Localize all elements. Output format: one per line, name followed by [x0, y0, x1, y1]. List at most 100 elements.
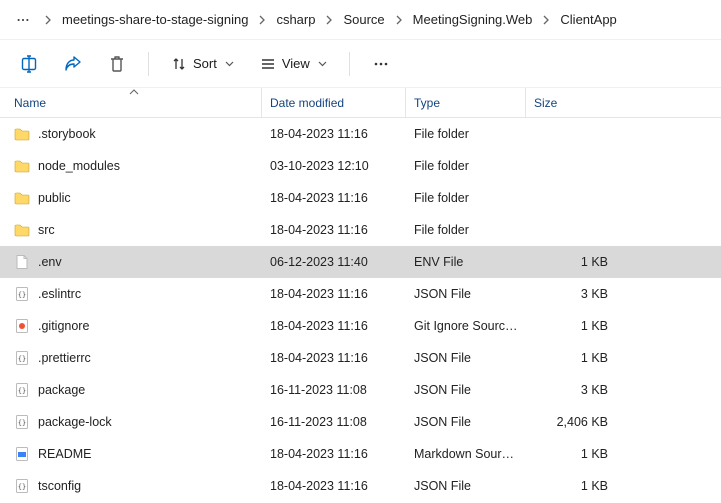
file-size: 2,406 KB [526, 415, 616, 429]
file-type: ENV File [406, 255, 526, 269]
file-size: 1 KB [526, 447, 616, 461]
file-name: .env [38, 255, 62, 269]
breadcrumb: meetings-share-to-stage-signing csharp Sou… [0, 0, 721, 40]
folder-icon [14, 190, 30, 206]
file-date: 18-04-2023 11:16 [262, 351, 406, 365]
file-type: File folder [406, 127, 526, 141]
column-size-label: Size [534, 96, 557, 110]
rename-icon [19, 54, 39, 74]
file-date: 16-11-2023 11:08 [262, 415, 406, 429]
share-button[interactable] [54, 46, 92, 82]
file-date: 06-12-2023 11:40 [262, 255, 406, 269]
svg-text:{}: {} [18, 483, 26, 491]
json-icon: {} [14, 414, 30, 430]
file-name: README [38, 447, 91, 461]
breadcrumb-overflow[interactable] [6, 11, 40, 29]
file-row[interactable]: {}tsconfig18-04-2023 11:16JSON File1 KB [0, 470, 721, 502]
column-type-label: Type [414, 96, 440, 110]
file-date: 16-11-2023 11:08 [262, 383, 406, 397]
json-icon: {} [14, 478, 30, 494]
file-size: 1 KB [526, 255, 616, 269]
column-header-size[interactable]: Size [526, 88, 616, 117]
file-date: 18-04-2023 11:16 [262, 191, 406, 205]
breadcrumb-item[interactable]: ClientApp [554, 10, 622, 29]
folder-icon [14, 126, 30, 142]
json-icon: {} [14, 350, 30, 366]
toolbar-separator [349, 52, 350, 76]
breadcrumb-item[interactable]: MeetingSigning.Web [407, 10, 539, 29]
breadcrumb-item[interactable]: csharp [270, 10, 321, 29]
file-name: package [38, 383, 85, 397]
file-date: 18-04-2023 11:16 [262, 127, 406, 141]
file-type: JSON File [406, 383, 526, 397]
file-date: 18-04-2023 11:16 [262, 319, 406, 333]
delete-button[interactable] [98, 46, 136, 82]
file-name: node_modules [38, 159, 120, 173]
column-header-date[interactable]: Date modified [262, 88, 406, 117]
breadcrumb-item[interactable]: Source [337, 10, 390, 29]
file-date: 18-04-2023 11:16 [262, 479, 406, 493]
chevron-right-icon [391, 15, 407, 25]
breadcrumb-item[interactable]: meetings-share-to-stage-signing [56, 10, 254, 29]
file-size: 1 KB [526, 351, 616, 365]
file-type: File folder [406, 223, 526, 237]
file-row[interactable]: {}.prettierrc18-04-2023 11:16JSON File1 … [0, 342, 721, 374]
svg-text:{}: {} [18, 291, 26, 299]
file-icon [14, 254, 30, 270]
file-row[interactable]: public 18-04-2023 11:16File folder [0, 182, 721, 214]
file-list[interactable]: .storybook18-04-2023 11:16File foldernod… [0, 118, 721, 503]
column-header-name[interactable]: Name [6, 88, 262, 117]
json-icon: {} [14, 286, 30, 302]
rename-button[interactable] [10, 46, 48, 82]
view-button[interactable]: View [250, 46, 337, 82]
file-type: JSON File [406, 415, 526, 429]
file-type: Git Ignore Source ... [406, 319, 526, 333]
chevron-right-icon [40, 15, 56, 25]
file-name: .gitignore [38, 319, 89, 333]
svg-text:{}: {} [18, 387, 26, 395]
sort-asc-icon [129, 89, 139, 95]
md-icon [14, 446, 30, 462]
file-row[interactable]: README 18-04-2023 11:16Markdown Source...… [0, 438, 721, 470]
json-icon: {} [14, 382, 30, 398]
file-name: src [38, 223, 55, 237]
file-row[interactable]: {} package-lock 16-11-2023 11:08JSON File2… [0, 406, 721, 438]
file-row[interactable]: src 18-04-2023 11:16File folder [0, 214, 721, 246]
file-name: public [38, 191, 71, 205]
file-date: 03-10-2023 12:10 [262, 159, 406, 173]
file-name: package-lock [38, 415, 112, 429]
file-row[interactable]: {}.eslintrc18-04-2023 11:16JSON File3 KB [0, 278, 721, 310]
folder-icon [14, 158, 30, 174]
file-date: 18-04-2023 11:16 [262, 287, 406, 301]
file-row[interactable]: .gitignore 18-04-2023 11:16Git Ignore Sou… [0, 310, 721, 342]
sort-button[interactable]: Sort [161, 46, 244, 82]
columns-header: Name Date modified Type Size [0, 88, 721, 118]
column-header-type[interactable]: Type [406, 88, 526, 117]
file-date: 18-04-2023 11:16 [262, 223, 406, 237]
svg-text:{}: {} [18, 355, 26, 363]
sort-label: Sort [193, 56, 217, 71]
chevron-right-icon [254, 15, 270, 25]
chevron-right-icon [538, 15, 554, 25]
column-date-label: Date modified [270, 96, 344, 110]
toolbar-separator [148, 52, 149, 76]
folder-icon [14, 222, 30, 238]
file-size: 1 KB [526, 319, 616, 333]
file-type: File folder [406, 191, 526, 205]
file-date: 18-04-2023 11:16 [262, 447, 406, 461]
chevron-down-icon [225, 61, 234, 67]
file-row[interactable]: .env 06-12-2023 11:40ENV File1 KB [0, 246, 721, 278]
more-button[interactable] [362, 46, 400, 82]
file-row[interactable]: .storybook 18-04-2023 11:16File folder [0, 118, 721, 150]
file-size: 1 KB [526, 479, 616, 493]
share-icon [63, 54, 83, 74]
file-name: .storybook [38, 127, 96, 141]
file-type: Markdown Source... [406, 447, 526, 461]
file-row[interactable]: node_modules03-10-2023 12:10File folder [0, 150, 721, 182]
chevron-right-icon [321, 15, 337, 25]
file-type: JSON File [406, 479, 526, 493]
file-row[interactable]: {}package16-11-2023 11:08JSON File3 KB [0, 374, 721, 406]
file-name: .eslintrc [38, 287, 81, 301]
sort-icon [171, 56, 187, 72]
toolbar: Sort View [0, 40, 721, 88]
